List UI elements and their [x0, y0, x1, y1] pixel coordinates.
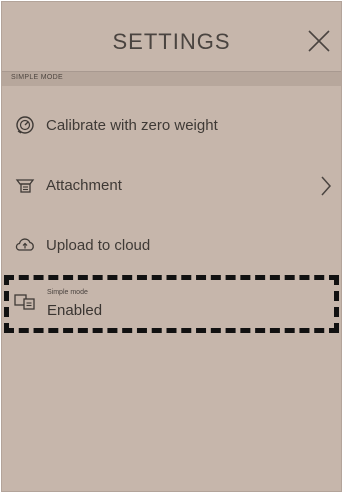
page-title: SETTINGS — [112, 29, 231, 54]
section-label: SIMPLE MODE — [11, 74, 63, 81]
attachment-icon — [14, 174, 36, 196]
upload-to-cloud-item[interactable]: Upload to cloud — [2, 223, 341, 267]
attachment-label: Attachment — [46, 176, 122, 194]
chevron-right-icon — [319, 174, 333, 198]
calibrate-label: Calibrate with zero weight — [46, 116, 218, 134]
cloud-upload-icon — [14, 234, 36, 256]
scale-icon — [14, 114, 36, 136]
highlight-frame — [4, 275, 339, 333]
header: SETTINGS — [2, 2, 341, 68]
attachment-item[interactable]: Attachment — [2, 163, 341, 207]
upload-label: Upload to cloud — [46, 236, 151, 254]
close-button[interactable] — [306, 28, 332, 54]
close-icon — [308, 30, 330, 52]
settings-screen: SETTINGS SIMPLE MODE Calibrate with zero… — [1, 1, 342, 492]
calibrate-zero-weight-item[interactable]: Calibrate with zero weight — [2, 103, 341, 147]
section-header: SIMPLE MODE — [2, 71, 341, 86]
